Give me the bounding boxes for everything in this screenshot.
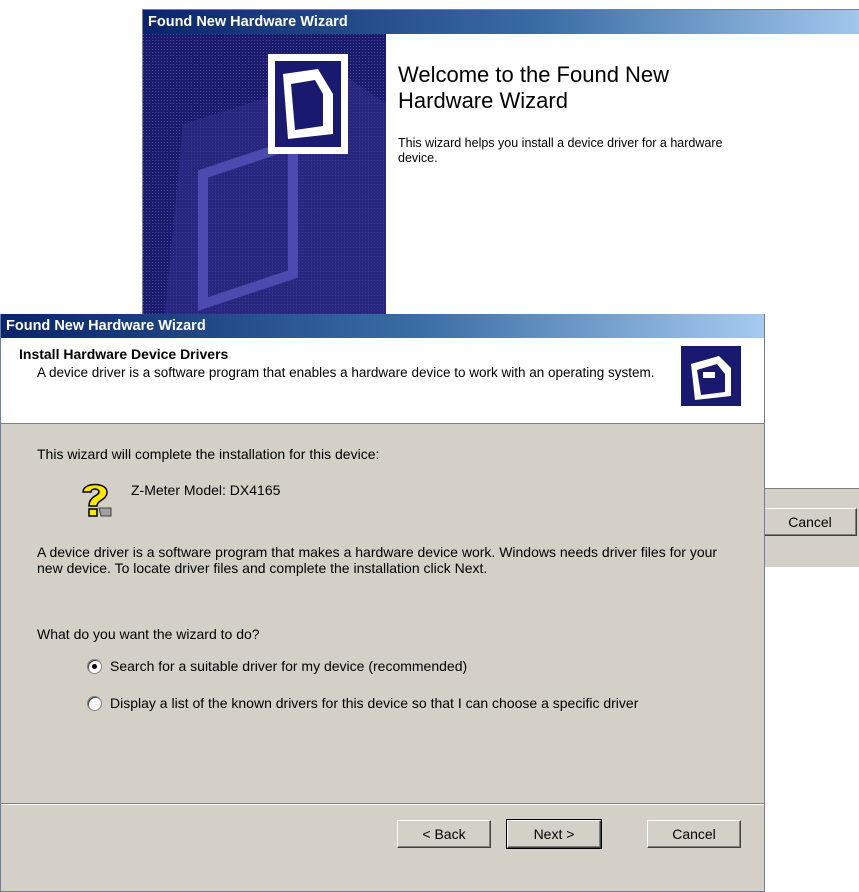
- question-text: What do you want the wizard to do?: [37, 626, 260, 642]
- welcome-heading: Welcome to the Found New Hardware Wizard: [398, 62, 670, 113]
- option-display-list[interactable]: Display a list of the known drivers for …: [87, 695, 727, 711]
- option-display-list-label[interactable]: Display a list of the known drivers for …: [110, 695, 638, 711]
- intro-text: This wizard will complete the installati…: [37, 446, 380, 462]
- hardware-banner-graphic: [143, 34, 386, 334]
- radio-display-list[interactable]: [87, 696, 102, 711]
- install-drivers-window: Found New Hardware Wizard Install Hardwa…: [0, 314, 765, 892]
- footer-divider: [1, 803, 764, 805]
- device-name: Z-Meter Model: DX4165: [131, 482, 281, 498]
- back-button[interactable]: < Back: [397, 820, 491, 848]
- install-body: This wizard will complete the installati…: [1, 424, 764, 804]
- hardware-box-icon: [681, 346, 741, 406]
- install-header: Install Hardware Device Drivers A device…: [1, 338, 764, 424]
- wizard-sidebar-banner: [143, 34, 386, 334]
- cancel-button[interactable]: Cancel: [647, 820, 741, 848]
- header-title: Install Hardware Device Drivers: [19, 346, 229, 362]
- header-subtitle: A device driver is a software program th…: [37, 365, 655, 380]
- question-mark-icon: [75, 478, 115, 518]
- welcome-title-bar[interactable]: Found New Hardware Wizard: [143, 10, 859, 34]
- driver-explanation: A device driver is a software program th…: [37, 544, 718, 576]
- option-search-driver[interactable]: Search for a suitable driver for my devi…: [87, 658, 467, 674]
- radio-search-driver[interactable]: [87, 659, 102, 674]
- welcome-description: This wizard helps you install a device d…: [398, 136, 723, 165]
- next-button[interactable]: Next >: [506, 819, 602, 849]
- install-title-bar[interactable]: Found New Hardware Wizard: [1, 314, 764, 338]
- option-search-driver-label[interactable]: Search for a suitable driver for my devi…: [110, 658, 467, 674]
- welcome-cancel-button[interactable]: Cancel: [763, 508, 857, 536]
